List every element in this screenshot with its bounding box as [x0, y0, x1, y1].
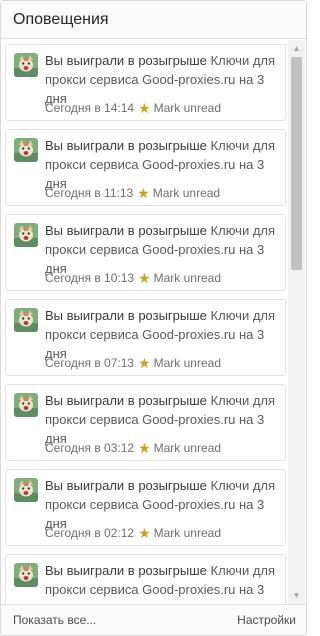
avatar[interactable] [14, 53, 38, 77]
star-icon[interactable]: ★ [138, 271, 151, 285]
notifications-popup: Оповещения Вы выиграли в розыгрыше Ключи… [0, 0, 307, 636]
notification-item[interactable]: Вы выиграли в розыгрыше Ключи для прокси… [5, 129, 286, 206]
mark-unread-link[interactable]: Mark unread [153, 186, 220, 200]
star-icon[interactable]: ★ [138, 526, 151, 540]
avatar[interactable] [14, 563, 38, 587]
notification-time: Сегодня в 11:13 [45, 186, 134, 200]
notification-title-lead: Вы выиграли в розыгрыше [45, 138, 207, 153]
notification-list-viewport: Вы выиграли в розыгрыше Ключи для прокси… [1, 40, 306, 604]
star-icon[interactable]: ★ [138, 441, 151, 455]
notification-meta: Сегодня в 11:13 ★ Mark unread [45, 185, 220, 201]
notification-time: Сегодня в 10:13 [45, 271, 135, 285]
cat-avatar-icon [14, 478, 38, 502]
notification-item[interactable]: Вы выиграли в розыгрыше Ключи для прокси… [5, 384, 286, 461]
mark-unread-link[interactable]: Mark unread [154, 101, 221, 115]
mark-unread-link[interactable]: Mark unread [154, 441, 221, 455]
cat-avatar-icon [14, 53, 38, 77]
mark-unread-link[interactable]: Mark unread [154, 356, 221, 370]
notification-item[interactable]: Вы выиграли в розыгрыше Ключи для прокси… [5, 44, 286, 121]
notification-title-lead: Вы выиграли в розыгрыше [45, 308, 207, 323]
popup-footer: Показать все... Настройки [1, 604, 306, 635]
notification-title-lead: Вы выиграли в розыгрыше [45, 53, 207, 68]
show-all-link[interactable]: Показать все... [13, 613, 96, 627]
notification-title-lead: Вы выиграли в розыгрыше [45, 393, 207, 408]
notification-item[interactable]: Вы выиграли в розыгрыше Ключи для прокси… [5, 469, 286, 546]
popup-header: Оповещения [1, 1, 306, 39]
cat-avatar-icon [14, 393, 38, 417]
notification-meta: Сегодня в 03:12 ★ Mark unread [45, 440, 221, 456]
notification-title-lead: Вы выиграли в розыгрыше [45, 563, 207, 578]
avatar[interactable] [14, 138, 38, 162]
scroll-down-arrow-icon[interactable]: ▼ [288, 587, 305, 604]
cat-avatar-icon [14, 223, 38, 247]
mark-unread-link[interactable]: Mark unread [154, 271, 221, 285]
notification-meta: Сегодня в 02:12 ★ Mark unread [45, 525, 221, 541]
mark-unread-link[interactable]: Mark unread [154, 526, 221, 540]
notification-time: Сегодня в 02:12 [45, 526, 135, 540]
cat-avatar-icon [14, 563, 38, 587]
avatar[interactable] [14, 478, 38, 502]
notification-list: Вы выиграли в розыгрыше Ключи для прокси… [5, 44, 286, 604]
popup-title: Оповещения [13, 11, 109, 28]
notification-item[interactable]: Вы выиграли в розыгрыше Ключи для прокси… [5, 299, 286, 376]
star-icon[interactable]: ★ [138, 101, 151, 115]
cat-avatar-icon [14, 138, 38, 162]
notification-meta: Сегодня в 10:13 ★ Mark unread [45, 270, 221, 286]
notification-time: Сегодня в 07:13 [45, 356, 135, 370]
scroll-up-arrow-icon[interactable]: ▲ [288, 40, 305, 57]
notification-time: Сегодня в 03:12 [45, 441, 135, 455]
notification-text[interactable]: Вы выиграли в розыгрыше Ключи для прокси… [45, 561, 281, 604]
avatar[interactable] [14, 393, 38, 417]
scrollbar-thumb[interactable] [291, 57, 302, 270]
star-icon[interactable]: ★ [137, 186, 150, 200]
notification-item[interactable]: Вы выиграли в розыгрыше Ключи для прокси… [5, 554, 286, 604]
notification-item[interactable]: Вы выиграли в розыгрыше Ключи для прокси… [5, 214, 286, 291]
avatar[interactable] [14, 308, 38, 332]
vertical-scrollbar[interactable]: ▲ ▼ [288, 40, 305, 604]
avatar[interactable] [14, 223, 38, 247]
notification-meta: Сегодня в 07:13 ★ Mark unread [45, 355, 221, 371]
cat-avatar-icon [14, 308, 38, 332]
notification-title-lead: Вы выиграли в розыгрыше [45, 223, 207, 238]
notification-title-lead: Вы выиграли в розыгрыше [45, 478, 207, 493]
settings-link[interactable]: Настройки [237, 613, 296, 627]
star-icon[interactable]: ★ [138, 356, 151, 370]
notification-time: Сегодня в 14:14 [45, 101, 135, 115]
notification-meta: Сегодня в 14:14 ★ Mark unread [45, 100, 221, 116]
